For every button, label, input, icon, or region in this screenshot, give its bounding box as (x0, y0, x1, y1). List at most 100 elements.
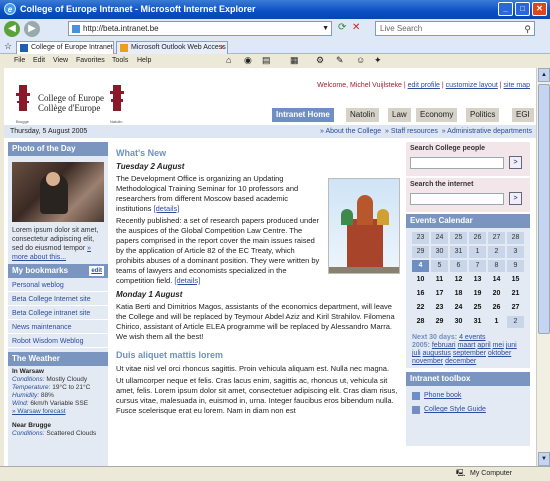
calendar-day[interactable]: 2 (488, 246, 505, 258)
calendar-day[interactable]: 31 (450, 246, 467, 258)
warsaw-forecast-link[interactable]: » Warsaw forecast (12, 408, 66, 415)
search-college-go-button[interactable]: > (509, 156, 522, 169)
nav-economy[interactable]: Economy (416, 108, 460, 122)
nav-politics[interactable]: Politics (466, 108, 502, 122)
month-link[interactable]: april (477, 342, 490, 349)
chevron-down-icon[interactable]: ▼ (322, 22, 329, 35)
refresh-icon[interactable]: ⟳ (338, 22, 346, 33)
calendar-day[interactable]: 10 (412, 274, 429, 286)
search-input[interactable]: Live Search ⚲ (375, 21, 535, 36)
calendar-day[interactable]: 17 (431, 288, 448, 300)
print-icon[interactable]: ▤ (262, 54, 271, 67)
customize-layout-link[interactable]: customize layout (446, 82, 498, 89)
menu-edit[interactable]: Edit (33, 54, 45, 67)
tab-college-intranet[interactable]: College of Europe Intranet (16, 41, 114, 54)
maximize-button[interactable]: □ (515, 2, 530, 16)
calendar-day[interactable]: 27 (488, 232, 505, 244)
menu-tools[interactable]: Tools (112, 54, 128, 67)
month-link[interactable]: augustus (423, 350, 451, 357)
bookmark-item[interactable]: News maintenance (8, 320, 108, 334)
month-link[interactable]: oktober (488, 350, 511, 357)
month-link[interactable]: november (412, 358, 443, 365)
nav-natolin[interactable]: Natolin (346, 108, 381, 122)
close-button[interactable]: ✕ (532, 2, 547, 16)
home-icon[interactable]: ⌂ (226, 54, 231, 67)
phone-book-link[interactable]: Phone book (412, 390, 524, 404)
search-college-input[interactable] (410, 157, 504, 169)
bookmark-item[interactable]: Robot Wisdom Weblog (8, 334, 108, 348)
nav-intranet-home[interactable]: Intranet Home (272, 108, 336, 122)
edit-profile-link[interactable]: edit profile (408, 82, 440, 89)
edit-bookmarks-button[interactable]: edit (89, 266, 104, 276)
month-link[interactable]: december (445, 358, 476, 365)
search-icon[interactable]: ⚲ (524, 23, 531, 36)
back-button[interactable]: ◀ (4, 21, 20, 37)
scroll-up-icon[interactable]: ▲ (538, 68, 550, 82)
events-link[interactable]: 4 events (459, 334, 485, 341)
calendar-day[interactable]: 3 (507, 246, 524, 258)
calendar-day[interactable]: 28 (507, 232, 524, 244)
photo-of-day-image[interactable] (12, 162, 104, 222)
nav-law[interactable]: Law (388, 108, 413, 122)
menu-file[interactable]: File (14, 54, 25, 67)
calendar-day[interactable]: 14 (488, 274, 505, 286)
calendar-day[interactable]: 22 (412, 302, 429, 314)
details-link[interactable]: [details] (154, 204, 180, 213)
calendar-day[interactable]: 30 (431, 246, 448, 258)
favorites-star-icon[interactable]: ☆ (4, 41, 12, 52)
calendar-day[interactable]: 7 (469, 260, 486, 272)
minimize-button[interactable]: _ (498, 2, 513, 16)
calendar-day[interactable]: 15 (507, 274, 524, 286)
site-map-link[interactable]: site map (504, 82, 530, 89)
month-link[interactable]: februari (432, 342, 456, 349)
calendar-day[interactable]: 18 (450, 288, 467, 300)
calendar-day[interactable]: 26 (469, 232, 486, 244)
search-internet-go-button[interactable]: > (509, 192, 522, 205)
calendar-day[interactable]: 9 (507, 260, 524, 272)
calendar-day[interactable]: 1 (469, 246, 486, 258)
calendar-day[interactable]: 25 (450, 232, 467, 244)
calendar-day[interactable]: 24 (450, 302, 467, 314)
close-tab-icon[interactable]: x (221, 42, 225, 54)
tab-outlook[interactable]: Microsoft Outlook Web Access x (116, 41, 228, 54)
calendar-day[interactable]: 20 (488, 288, 505, 300)
calendar-day[interactable]: 5 (431, 260, 448, 272)
month-link[interactable]: mei (493, 342, 504, 349)
calendar-day[interactable]: 6 (450, 260, 467, 272)
addon-icon[interactable]: ✦ (374, 54, 382, 67)
bookmark-item[interactable]: Beta College intranet site (8, 306, 108, 320)
calendar-day[interactable]: 29 (431, 316, 448, 328)
tools-menu-icon[interactable]: ⚙ (316, 54, 324, 67)
calendar-day[interactable]: 23 (431, 302, 448, 314)
month-link[interactable]: juni (506, 342, 517, 349)
month-link[interactable]: september (453, 350, 486, 357)
calendar-day[interactable]: 23 (412, 232, 429, 244)
feeds-icon[interactable]: ◉ (244, 54, 252, 67)
page-menu-icon[interactable]: ▦ (290, 54, 299, 67)
bookmark-item[interactable]: Beta College Internet site (8, 292, 108, 306)
calendar-day[interactable]: 31 (469, 316, 486, 328)
calendar-day[interactable]: 28 (412, 316, 429, 328)
calendar-day[interactable]: 26 (488, 302, 505, 314)
style-guide-link[interactable]: College Style Guide (412, 404, 524, 418)
calendar-day[interactable]: 19 (469, 288, 486, 300)
search-internet-input[interactable] (410, 193, 504, 205)
calendar-day[interactable]: 24 (431, 232, 448, 244)
calendar-day[interactable]: 4 (412, 260, 429, 272)
scroll-down-icon[interactable]: ▼ (538, 452, 550, 466)
forward-button[interactable]: ▶ (24, 21, 40, 37)
calendar-day[interactable]: 8 (488, 260, 505, 272)
calendar-day[interactable]: 1 (488, 316, 505, 328)
calendar-day[interactable]: 11 (431, 274, 448, 286)
menu-view[interactable]: View (53, 54, 68, 67)
calendar-day[interactable]: 2 (507, 316, 524, 328)
nav-egi[interactable]: EGI (512, 108, 536, 122)
month-link[interactable]: juli (412, 350, 421, 357)
calendar-day[interactable]: 13 (469, 274, 486, 286)
about-college-link[interactable]: » About the College (320, 128, 381, 135)
details-link[interactable]: [details] (174, 276, 200, 285)
bookmark-item[interactable]: Personal weblog (8, 278, 108, 292)
menu-favorites[interactable]: Favorites (76, 54, 105, 67)
scroll-thumb[interactable] (538, 84, 550, 334)
admin-departments-link[interactable]: » Administrative departments (442, 128, 532, 135)
